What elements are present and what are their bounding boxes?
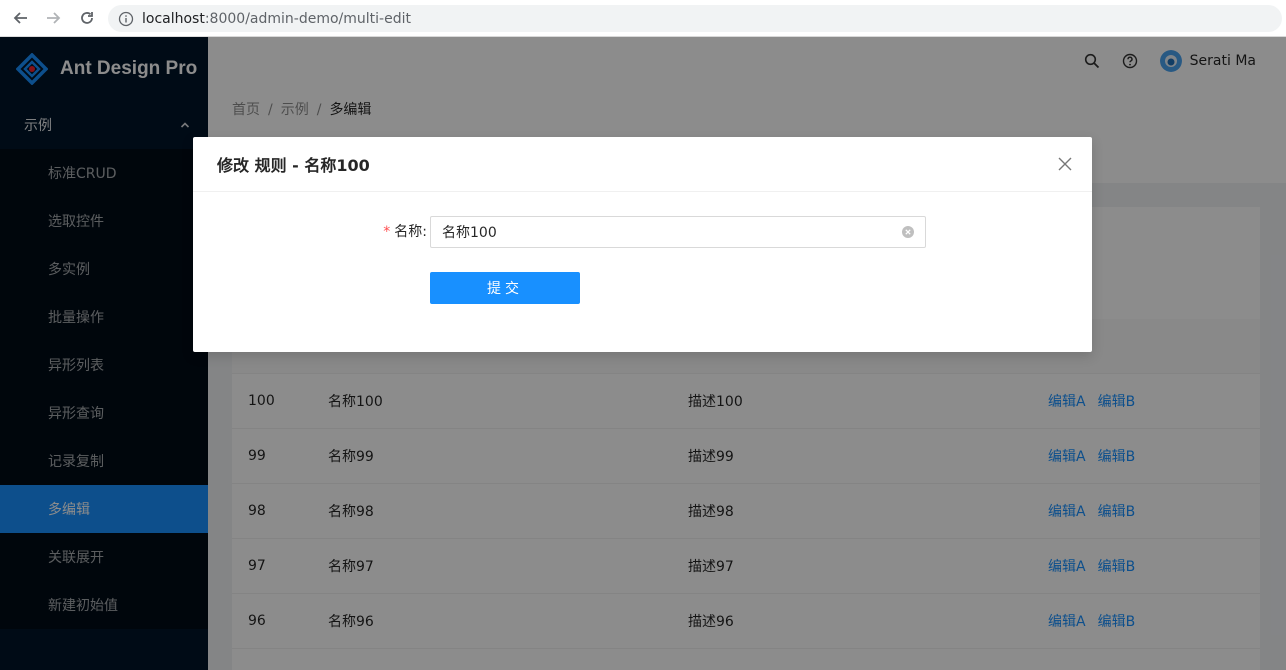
- arrow-right-icon: [47, 12, 61, 24]
- browser-toolbar: localhost:8000/admin-demo/multi-edit: [0, 0, 1286, 37]
- reload-button[interactable]: [76, 7, 98, 29]
- form-item-name: * 名称:: [193, 216, 1092, 248]
- name-input-wrapper: [430, 216, 926, 248]
- arrow-left-icon: [13, 12, 27, 24]
- info-icon: [118, 11, 134, 26]
- url-text: localhost:8000/admin-demo/multi-edit: [142, 11, 411, 27]
- required-mark: *: [383, 224, 391, 240]
- edit-modal: 修改 规则 - 名称100 *名称: 提交: [193, 137, 1092, 352]
- url-path: :8000/admin-demo/multi-edit: [204, 10, 411, 27]
- name-field-label: * 名称:: [373, 216, 427, 248]
- url-host: localhost: [142, 10, 205, 27]
- close-icon[interactable]: [1058, 157, 1072, 171]
- address-bar[interactable]: localhost:8000/admin-demo/multi-edit: [108, 5, 1282, 32]
- forward-button[interactable]: [42, 7, 64, 29]
- modal-header: 修改 规则 - 名称100: [193, 137, 1092, 192]
- name-input[interactable]: [442, 224, 902, 240]
- clear-icon[interactable]: [902, 226, 914, 238]
- back-button[interactable]: [10, 7, 32, 29]
- submit-button[interactable]: 提交: [430, 272, 580, 304]
- reload-icon: [81, 12, 93, 24]
- modal-mask[interactable]: [0, 37, 1286, 670]
- name-label-text: 名称:: [394, 224, 427, 240]
- modal-title: 修改 规则 - 名称100: [217, 156, 370, 175]
